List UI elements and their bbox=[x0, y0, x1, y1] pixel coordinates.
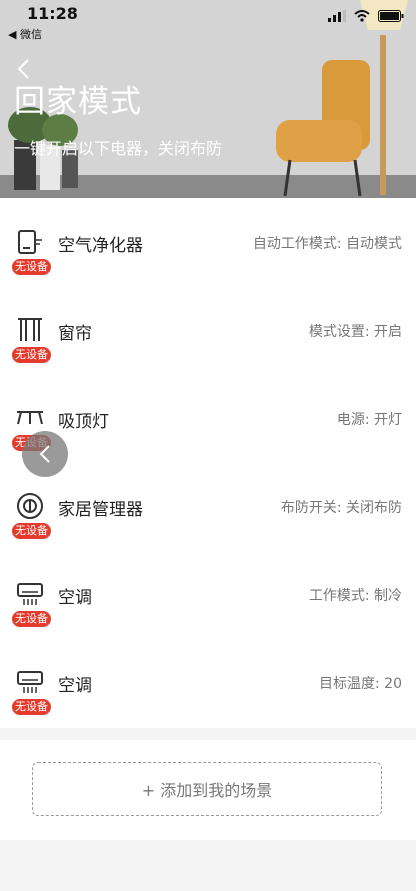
list-item[interactable]: 无设备 家居管理器 布防开关: 关闭布防 bbox=[0, 462, 416, 550]
device-name: 吸顶灯 bbox=[58, 412, 109, 432]
add-to-scene-button[interactable]: + 添加到我的场景 bbox=[32, 762, 382, 816]
device-name: 空调 bbox=[58, 588, 92, 608]
list-item[interactable]: 无设备 窗帘 模式设置: 开启 bbox=[0, 286, 416, 374]
no-device-badge: 无设备 bbox=[12, 347, 51, 363]
list-item[interactable]: 无设备 空调 工作模式: 制冷 bbox=[0, 550, 416, 638]
air-conditioner-icon bbox=[17, 583, 43, 605]
no-device-badge: 无设备 bbox=[12, 611, 51, 627]
footer: + 添加到我的场景 bbox=[0, 740, 416, 840]
air-conditioner-icon bbox=[17, 671, 43, 693]
home-manager-icon bbox=[17, 493, 43, 519]
list-item[interactable]: 无设备 空调 目标温度: 20 bbox=[0, 638, 416, 726]
device-setting: 模式设置: 开启 bbox=[308, 324, 402, 340]
chevron-left-icon bbox=[39, 445, 50, 463]
battery-icon bbox=[378, 10, 404, 22]
wifi-icon bbox=[354, 10, 370, 22]
no-device-badge: 无设备 bbox=[12, 523, 51, 539]
status-time: 11:28 bbox=[27, 4, 78, 23]
list-item[interactable]: 无设备 空气净化器 自动工作模式: 自动模式 bbox=[0, 198, 416, 286]
device-name: 空气净化器 bbox=[58, 236, 143, 256]
device-setting: 工作模式: 制冷 bbox=[308, 588, 402, 604]
device-name: 空调 bbox=[58, 676, 92, 696]
system-icons bbox=[328, 10, 404, 22]
status-bar: 11:28 ◀ 微信 bbox=[0, 0, 416, 44]
signal-icon bbox=[328, 10, 346, 22]
floating-back-button[interactable] bbox=[22, 431, 68, 477]
device-name: 窗帘 bbox=[58, 324, 92, 344]
device-setting: 自动工作模式: 自动模式 bbox=[252, 236, 402, 252]
no-device-badge: 无设备 bbox=[12, 699, 51, 715]
device-setting: 电源: 开灯 bbox=[336, 412, 402, 428]
device-setting: 布防开关: 关闭布防 bbox=[280, 500, 402, 516]
device-setting: 目标温度: 20 bbox=[319, 676, 402, 692]
air-purifier-icon bbox=[18, 230, 42, 254]
back-to-app-link[interactable]: ◀ 微信 bbox=[8, 26, 42, 42]
no-device-badge: 无设备 bbox=[12, 259, 51, 275]
device-name: 家居管理器 bbox=[58, 500, 143, 520]
page-subtitle: 一键开启以下电器，关闭布防 bbox=[14, 139, 223, 158]
curtain-icon bbox=[18, 318, 42, 341]
ceiling-light-icon bbox=[17, 411, 43, 425]
page-title: 回家模式 bbox=[14, 84, 142, 120]
